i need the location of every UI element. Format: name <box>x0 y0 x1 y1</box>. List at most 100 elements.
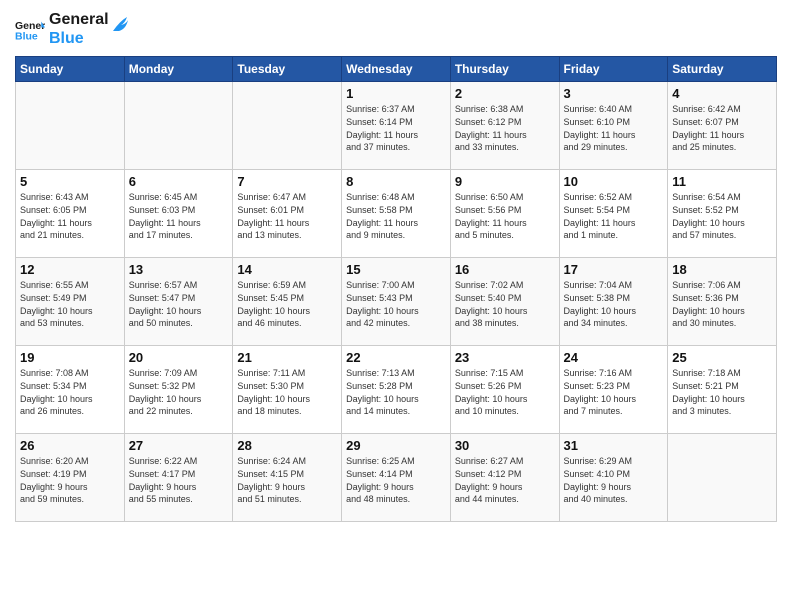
day-number: 3 <box>564 86 664 101</box>
calendar-cell: 24 Sunrise: 7:16 AM Sunset: 5:23 PM Dayli… <box>559 346 668 434</box>
day-info: Sunrise: 6:22 AM Sunset: 4:17 PM Dayligh… <box>129 455 229 505</box>
day-info: Sunrise: 7:16 AM Sunset: 5:23 PM Dayligh… <box>564 367 664 417</box>
day-info: Sunrise: 7:18 AM Sunset: 5:21 PM Dayligh… <box>672 367 772 417</box>
week-row-1: 1 Sunrise: 6:37 AM Sunset: 6:14 PM Daylig… <box>16 82 777 170</box>
day-info: Sunrise: 7:06 AM Sunset: 5:36 PM Dayligh… <box>672 279 772 329</box>
day-info: Sunrise: 6:38 AM Sunset: 6:12 PM Dayligh… <box>455 103 555 153</box>
calendar-cell: 21 Sunrise: 7:11 AM Sunset: 5:30 PM Dayli… <box>233 346 342 434</box>
calendar-cell: 12 Sunrise: 6:55 AM Sunset: 5:49 PM Dayli… <box>16 258 125 346</box>
weekday-header-friday: Friday <box>559 57 668 82</box>
calendar-cell: 20Sunrise: 7:09 AM Sunset: 5:32 PM Dayli… <box>124 346 233 434</box>
day-info: Sunrise: 6:43 AM Sunset: 6:05 PM Dayligh… <box>20 191 120 241</box>
calendar-cell: 27 Sunrise: 6:22 AM Sunset: 4:17 PM Dayli… <box>124 434 233 522</box>
day-info: Sunrise: 7:11 AM Sunset: 5:30 PM Dayligh… <box>237 367 337 417</box>
calendar-cell <box>233 82 342 170</box>
day-info: Sunrise: 6:57 AM Sunset: 5:47 PM Dayligh… <box>129 279 229 329</box>
calendar-cell: 2 Sunrise: 6:38 AM Sunset: 6:12 PM Daylig… <box>450 82 559 170</box>
calendar-cell: 14 Sunrise: 6:59 AM Sunset: 5:45 PM Dayli… <box>233 258 342 346</box>
day-number: 19 <box>20 350 120 365</box>
calendar-cell: 29 Sunrise: 6:25 AM Sunset: 4:14 PM Dayli… <box>342 434 451 522</box>
day-number: 27 <box>129 438 229 453</box>
calendar-cell: 16Sunrise: 7:02 AM Sunset: 5:40 PM Dayli… <box>450 258 559 346</box>
calendar-cell: 26 Sunrise: 6:20 AM Sunset: 4:19 PM Dayli… <box>16 434 125 522</box>
day-number: 30 <box>455 438 555 453</box>
weekday-header-saturday: Saturday <box>668 57 777 82</box>
day-number: 26 <box>20 438 120 453</box>
day-number: 28 <box>237 438 337 453</box>
day-number: 2 <box>455 86 555 101</box>
day-number: 7 <box>237 174 337 189</box>
week-row-2: 5 Sunrise: 6:43 AM Sunset: 6:05 PM Daylig… <box>16 170 777 258</box>
calendar-cell: 3 Sunrise: 6:40 AM Sunset: 6:10 PM Daylig… <box>559 82 668 170</box>
day-info: Sunrise: 6:27 AM Sunset: 4:12 PM Dayligh… <box>455 455 555 505</box>
calendar-cell: 5 Sunrise: 6:43 AM Sunset: 6:05 PM Daylig… <box>16 170 125 258</box>
day-info: Sunrise: 6:59 AM Sunset: 5:45 PM Dayligh… <box>237 279 337 329</box>
calendar-cell: 9 Sunrise: 6:50 AM Sunset: 5:56 PM Daylig… <box>450 170 559 258</box>
weekday-header-sunday: Sunday <box>16 57 125 82</box>
svg-text:Blue: Blue <box>15 31 38 43</box>
day-info: Sunrise: 6:29 AM Sunset: 4:10 PM Dayligh… <box>564 455 664 505</box>
day-number: 14 <box>237 262 337 277</box>
calendar-cell: 15Sunrise: 7:00 AM Sunset: 5:43 PM Dayli… <box>342 258 451 346</box>
calendar-cell: 25 Sunrise: 7:18 AM Sunset: 5:21 PM Dayli… <box>668 346 777 434</box>
day-number: 9 <box>455 174 555 189</box>
day-info: Sunrise: 6:24 AM Sunset: 4:15 PM Dayligh… <box>237 455 337 505</box>
day-info: Sunrise: 6:42 AM Sunset: 6:07 PM Dayligh… <box>672 103 772 153</box>
calendar-cell: 18Sunrise: 7:06 AM Sunset: 5:36 PM Dayli… <box>668 258 777 346</box>
day-number: 15 <box>346 262 446 277</box>
day-number: 10 <box>564 174 664 189</box>
day-info: Sunrise: 6:52 AM Sunset: 5:54 PM Dayligh… <box>564 191 664 241</box>
day-number: 24 <box>564 350 664 365</box>
day-info: Sunrise: 7:04 AM Sunset: 5:38 PM Dayligh… <box>564 279 664 329</box>
day-info: Sunrise: 6:40 AM Sunset: 6:10 PM Dayligh… <box>564 103 664 153</box>
day-number: 1 <box>346 86 446 101</box>
day-number: 25 <box>672 350 772 365</box>
day-info: Sunrise: 7:08 AM Sunset: 5:34 PM Dayligh… <box>20 367 120 417</box>
calendar-cell: 1 Sunrise: 6:37 AM Sunset: 6:14 PM Daylig… <box>342 82 451 170</box>
day-number: 31 <box>564 438 664 453</box>
calendar-cell: 30 Sunrise: 6:27 AM Sunset: 4:12 PM Dayli… <box>450 434 559 522</box>
calendar-cell: 19 Sunrise: 7:08 AM Sunset: 5:34 PM Dayli… <box>16 346 125 434</box>
day-info: Sunrise: 6:47 AM Sunset: 6:01 PM Dayligh… <box>237 191 337 241</box>
page: General Blue General Blue SundayMondayTu… <box>0 0 792 612</box>
day-info: Sunrise: 6:37 AM Sunset: 6:14 PM Dayligh… <box>346 103 446 153</box>
calendar-cell <box>16 82 125 170</box>
day-info: Sunrise: 7:13 AM Sunset: 5:28 PM Dayligh… <box>346 367 446 417</box>
logo-blue: Blue <box>49 29 109 48</box>
logo-bird-icon <box>111 13 129 35</box>
calendar-cell: 13 Sunrise: 6:57 AM Sunset: 5:47 PM Dayli… <box>124 258 233 346</box>
calendar: SundayMondayTuesdayWednesdayThursdayFrid… <box>15 56 777 522</box>
day-info: Sunrise: 6:55 AM Sunset: 5:49 PM Dayligh… <box>20 279 120 329</box>
week-row-5: 26 Sunrise: 6:20 AM Sunset: 4:19 PM Dayli… <box>16 434 777 522</box>
day-number: 4 <box>672 86 772 101</box>
logo-icon: General Blue <box>15 14 45 44</box>
day-info: Sunrise: 6:50 AM Sunset: 5:56 PM Dayligh… <box>455 191 555 241</box>
calendar-cell: 6 Sunrise: 6:45 AM Sunset: 6:03 PM Daylig… <box>124 170 233 258</box>
day-info: Sunrise: 7:09 AM Sunset: 5:32 PM Dayligh… <box>129 367 229 417</box>
day-number: 12 <box>20 262 120 277</box>
weekday-header-wednesday: Wednesday <box>342 57 451 82</box>
calendar-cell <box>124 82 233 170</box>
calendar-cell: 8Sunrise: 6:48 AM Sunset: 5:58 PM Daylig… <box>342 170 451 258</box>
day-number: 23 <box>455 350 555 365</box>
day-info: Sunrise: 6:25 AM Sunset: 4:14 PM Dayligh… <box>346 455 446 505</box>
day-info: Sunrise: 7:15 AM Sunset: 5:26 PM Dayligh… <box>455 367 555 417</box>
day-number: 6 <box>129 174 229 189</box>
day-number: 21 <box>237 350 337 365</box>
day-info: Sunrise: 6:20 AM Sunset: 4:19 PM Dayligh… <box>20 455 120 505</box>
calendar-cell: 31 Sunrise: 6:29 AM Sunset: 4:10 PM Dayli… <box>559 434 668 522</box>
day-number: 8 <box>346 174 446 189</box>
day-number: 11 <box>672 174 772 189</box>
calendar-cell <box>668 434 777 522</box>
logo-general: General <box>49 10 109 29</box>
week-row-4: 19 Sunrise: 7:08 AM Sunset: 5:34 PM Dayli… <box>16 346 777 434</box>
day-number: 13 <box>129 262 229 277</box>
calendar-cell: 22Sunrise: 7:13 AM Sunset: 5:28 PM Dayli… <box>342 346 451 434</box>
day-info: Sunrise: 6:45 AM Sunset: 6:03 PM Dayligh… <box>129 191 229 241</box>
calendar-cell: 4 Sunrise: 6:42 AM Sunset: 6:07 PM Daylig… <box>668 82 777 170</box>
calendar-cell: 7 Sunrise: 6:47 AM Sunset: 6:01 PM Daylig… <box>233 170 342 258</box>
logo: General Blue General Blue <box>15 10 129 48</box>
day-number: 5 <box>20 174 120 189</box>
day-number: 29 <box>346 438 446 453</box>
header: General Blue General Blue <box>15 10 777 48</box>
